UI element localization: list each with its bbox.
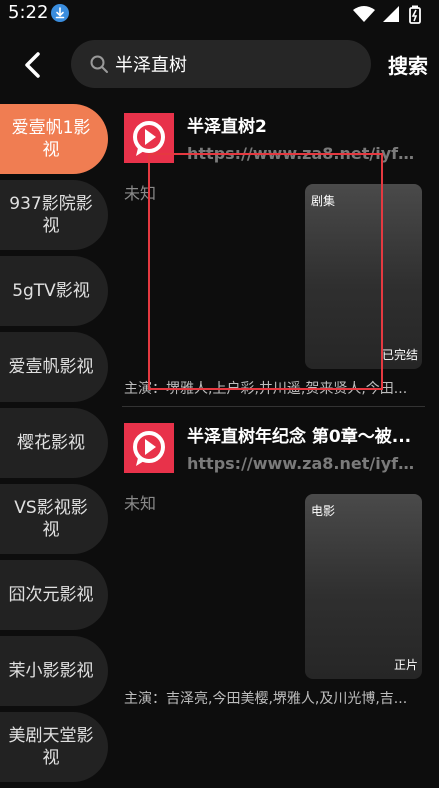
download-icon (51, 4, 69, 22)
result-title: 半泽直树2 (187, 117, 267, 137)
status-bar: 5:22 (0, 0, 439, 28)
result-url: https://www.za8.net/iyftv/6... (187, 144, 417, 163)
source-item[interactable]: 爱壹帆影视 (0, 332, 108, 402)
poster-thumbnail[interactable]: 剧集 已完结 (305, 184, 422, 369)
source-item[interactable]: 美剧天堂影视 (0, 712, 108, 782)
poster-type-label: 电影 (311, 504, 336, 518)
search-button[interactable]: 搜索 (388, 50, 428, 79)
poster-type-label: 剧集 (311, 194, 336, 208)
source-item[interactable]: 爱壹帆1影视 (0, 104, 108, 174)
chevron-left-icon[interactable] (16, 48, 50, 82)
search-box[interactable] (71, 40, 371, 88)
battery-icon (409, 5, 421, 24)
source-item[interactable]: 5gTV影视 (0, 256, 108, 326)
result-status: 未知 (124, 184, 157, 203)
result-list: 半泽直树2 https://www.za8.net/iyftv/6... 未知 … (122, 100, 439, 710)
search-input[interactable] (115, 40, 355, 88)
result-card[interactable]: 半泽直树年纪念 第0章～被... https://www.za8.net/iyf… (122, 410, 439, 710)
source-item[interactable]: 囧次元影视 (0, 560, 108, 630)
poster-status-badge: 已完结 (381, 348, 418, 362)
result-cast: 主演：吉泽亮,今田美樱,堺雅人,及川光博,吉... (124, 691, 408, 707)
search-header: 搜索 (0, 40, 439, 90)
poster-status-badge: 正片 (393, 658, 418, 672)
result-card[interactable]: 半泽直树2 https://www.za8.net/iyftv/6... 未知 … (122, 100, 439, 410)
wifi-icon (353, 6, 375, 22)
system-icons (349, 4, 425, 24)
status-time: 5:22 (8, 2, 49, 23)
search-icon (89, 54, 109, 74)
result-status: 未知 (124, 494, 157, 513)
result-cast: 主演：堺雅人,上户彩,井川遥,贺来贤人,今田... (124, 381, 408, 397)
source-item[interactable]: 茉小影影视 (0, 636, 108, 706)
source-item[interactable]: 樱花影视 (0, 408, 108, 478)
app-logo-icon (124, 423, 174, 473)
poster-thumbnail[interactable]: 电影 正片 (305, 494, 422, 679)
source-list: 爱壹帆1影视 937影院影视 5gTV影视 爱壹帆影视 樱花影视 VS影视影视 … (0, 104, 110, 788)
source-item[interactable]: VS影视影视 (0, 484, 108, 554)
source-item[interactable]: 937影院影视 (0, 180, 108, 250)
divider (122, 406, 425, 407)
app-logo-icon (124, 113, 174, 163)
signal-icon (383, 6, 399, 22)
result-url: https://www.za8.net/iyftv/1... (187, 454, 417, 473)
result-title: 半泽直树年纪念 第0章～被... (187, 427, 412, 447)
